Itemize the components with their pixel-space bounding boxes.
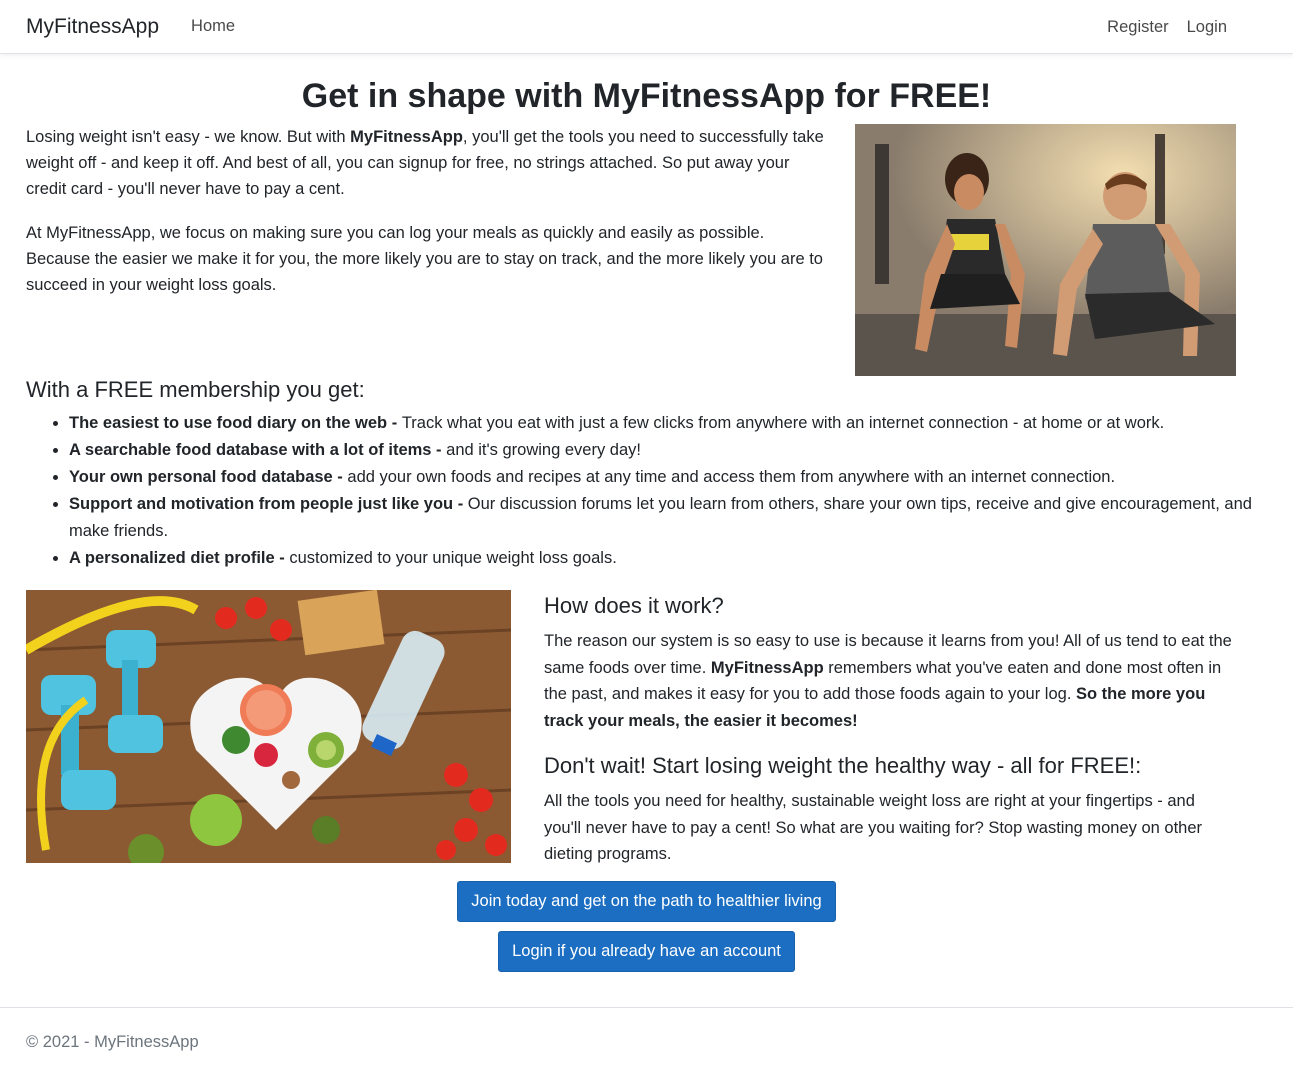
how-it-works-text: How does it work? The reason our system … [544, 590, 1236, 886]
benefit-bold: A personalized diet profile - [69, 549, 290, 567]
benefit-bold: Your own personal food database - [69, 468, 348, 486]
list-item: A personalized diet profile - customized… [69, 545, 1267, 572]
main-content: Get in shape with MyFitnessApp for FREE!… [0, 76, 1293, 972]
benefit-bold: A searchable food database with a lot of… [69, 441, 447, 459]
workout-image [855, 124, 1236, 376]
list-item: A searchable food database with a lot of… [69, 437, 1267, 464]
healthy-food-image [26, 590, 511, 863]
how-paragraph: The reason our system is so easy to use … [544, 628, 1236, 734]
benefit-bold: Support and motivation from people just … [69, 495, 468, 513]
benefits-list: The easiest to use food diary on the web… [26, 410, 1267, 572]
benefit-text: Track what you eat with just a few click… [401, 414, 1165, 432]
wait-paragraph: All the tools you need for healthy, sust… [544, 792, 1203, 863]
intro-paragraph-1: Losing weight isn't easy - we know. But … [26, 124, 826, 202]
intro-text-a: Losing weight isn't easy - we know. But … [26, 128, 351, 146]
cta-buttons: Join today and get on the path to health… [26, 881, 1267, 972]
food-illustration [26, 590, 511, 863]
nav-register-link[interactable]: Register [1107, 18, 1168, 37]
navbar: MyFitnessApp Home Register Login [0, 0, 1293, 54]
login-button-wrap: Login if you already have an account [26, 931, 1267, 972]
nav-home-link[interactable]: Home [191, 17, 235, 36]
login-button[interactable]: Login if you already have an account [498, 931, 795, 972]
join-button[interactable]: Join today and get on the path to health… [457, 881, 836, 922]
copyright-text: © 2021 - MyFitnessApp [26, 1033, 199, 1051]
intro-paragraph-2: At MyFitnessApp, we focus on making sure… [26, 224, 823, 294]
intro-brand-bold: MyFitnessApp [350, 128, 463, 146]
how-brand-bold: MyFitnessApp [710, 658, 824, 677]
wait-heading: Don't wait! Start losing weight the heal… [544, 753, 1142, 778]
list-item: The easiest to use food diary on the web… [69, 410, 1267, 437]
footer: © 2021 - MyFitnessApp [0, 1007, 1293, 1065]
brand-link[interactable]: MyFitnessApp [26, 15, 159, 39]
page-title: Get in shape with MyFitnessApp for FREE! [301, 77, 992, 115]
benefit-bold: The easiest to use food diary on the web… [69, 414, 402, 432]
benefit-text: add your own foods and recipes at any ti… [347, 468, 1116, 486]
join-button-wrap: Join today and get on the path to health… [26, 881, 1267, 922]
membership-heading: With a FREE membership you get: [26, 377, 365, 402]
benefit-text: and it's growing every day! [446, 441, 641, 459]
list-item: Your own personal food database - add yo… [69, 464, 1267, 491]
benefit-text: customized to your unique weight loss go… [289, 549, 617, 567]
nav-login-link[interactable]: Login [1187, 18, 1227, 37]
intro-text: Losing weight isn't easy - we know. But … [26, 124, 826, 298]
how-heading: How does it work? [544, 593, 724, 618]
list-item: Support and motivation from people just … [69, 491, 1267, 545]
lower-section: How does it work? The reason our system … [26, 590, 1267, 863]
nav-account-links: Register Login [1107, 0, 1227, 54]
workout-illustration [855, 124, 1236, 376]
intro-section: Losing weight isn't easy - we know. But … [26, 124, 1267, 376]
